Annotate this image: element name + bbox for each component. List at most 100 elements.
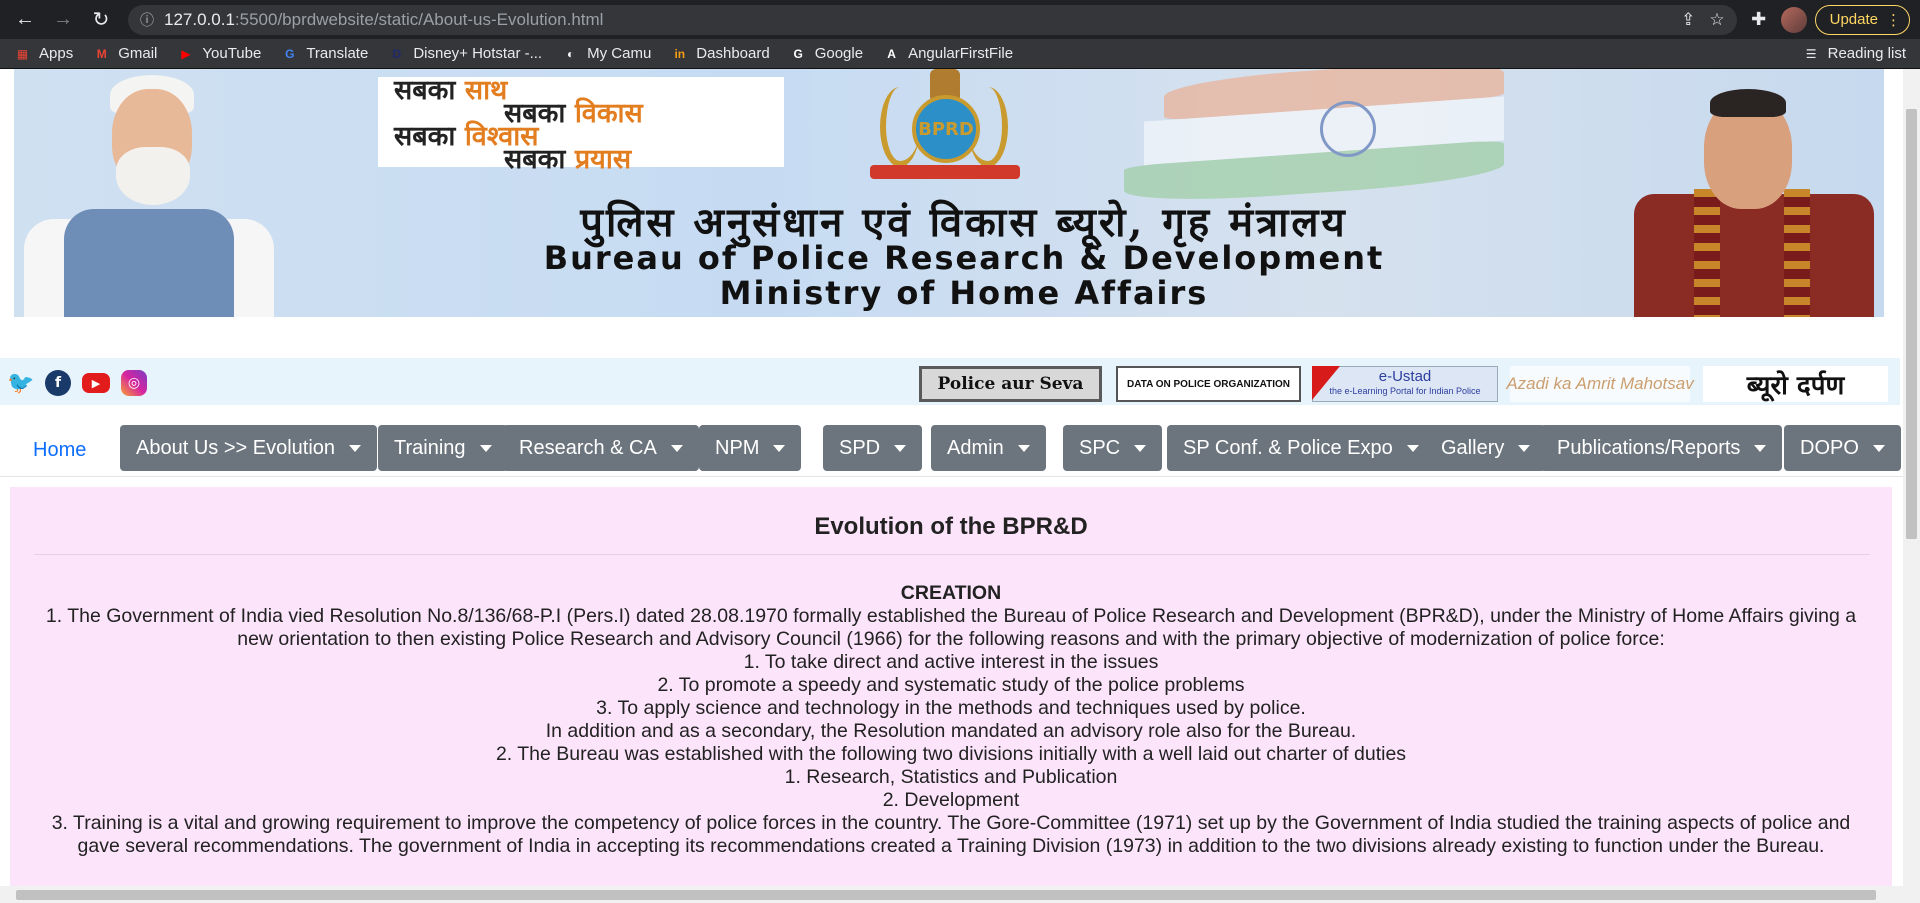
azadi-ka-amrit-mahotsav-logo[interactable]: Azadi ka Amrit Mahotsav [1506, 366, 1694, 402]
nav-spd-dropdown[interactable]: SPD [823, 425, 923, 471]
police-aur-seva-logo[interactable]: Police aur Seva [919, 366, 1102, 402]
facebook-icon[interactable]: f [45, 370, 71, 396]
instagram-icon[interactable]: ◎ [121, 370, 147, 396]
english-title: Bureau of Police Research & Development … [394, 241, 1534, 311]
scrollbar-thumb[interactable] [1906, 109, 1917, 539]
nav-publications-dropdown[interactable]: Publications/Reports [1541, 425, 1783, 471]
nav-about-us-dropdown[interactable]: About Us >> Evolution [120, 425, 378, 471]
logo4-text: Azadi ka Amrit Mahotsav [1506, 374, 1694, 393]
gmail-icon: M [96, 46, 107, 61]
caret-down-icon [1134, 444, 1147, 452]
logo1-text: Police aur Seva [937, 374, 1084, 394]
youtube-icon[interactable]: ▶ [82, 373, 110, 393]
bookmark-item[interactable]: ▶ YouTube [177, 45, 261, 62]
profile-avatar[interactable] [1780, 6, 1807, 33]
bookmark-item[interactable]: G Translate [281, 45, 368, 62]
nav-research-ca-dropdown[interactable]: Research & CA [503, 425, 699, 471]
nav-home-link[interactable]: Home [33, 439, 86, 462]
data-on-police-organization-logo[interactable]: DATA ON POLICE ORGANIZATION [1116, 366, 1301, 402]
caret-down-icon [1518, 444, 1531, 452]
bookmark-item[interactable]: ▦ Apps [14, 45, 73, 62]
bookmark-item[interactable]: D Disney+ Hotstar -... [388, 45, 542, 62]
bookmark-label: Apps [39, 45, 74, 62]
address-bar[interactable]: ⓘ 127.0.0.1:5500/bprdwebsite/static/Abou… [128, 4, 1737, 35]
dashboard-icon: in [674, 46, 686, 61]
nav-label: Research & CA [519, 436, 657, 459]
reload-icon[interactable]: ↻ [86, 5, 116, 35]
bookmark-label: AngularFirstFile [908, 45, 1014, 62]
english-title-line1: Bureau of Police Research & Development [543, 239, 1385, 277]
list-item: 3. To apply science and technology in th… [596, 697, 1306, 719]
nav-spc-dropdown[interactable]: SPC [1063, 425, 1163, 471]
caret-down-icon [894, 444, 907, 452]
info-icon[interactable]: ⓘ [140, 10, 154, 30]
slogan-line3-a: सबका [394, 121, 465, 152]
twitter-icon[interactable]: 🐦 [7, 370, 34, 396]
reading-list-label: Reading list [1827, 45, 1906, 62]
url-text[interactable]: 127.0.0.1:5500/bprdwebsite/static/About-… [164, 10, 1671, 30]
main-navbar: Home About Us >> Evolution Training Rese… [0, 425, 1903, 475]
title-divider [34, 554, 1870, 555]
hotstar-icon: D [392, 46, 402, 61]
extensions-puzzle-icon[interactable]: ✚ [1745, 9, 1773, 30]
section-heading-creation: CREATION [900, 582, 1002, 604]
ashoka-chakra-icon [1320, 101, 1376, 157]
forward-arrow-icon[interactable]: → [48, 5, 78, 35]
bureau-darpan-logo[interactable]: ब्यूरो दर्पण [1703, 366, 1888, 402]
reading-list-button[interactable]: ☰ Reading list [1803, 45, 1906, 62]
caret-down-icon [479, 444, 492, 452]
slogan-box: सबका साथ सबका विकास सबका विश्वास सबका प्… [378, 77, 784, 173]
vertical-scrollbar[interactable] [1903, 69, 1920, 886]
nav-dopo-dropdown[interactable]: DOPO [1784, 425, 1901, 471]
nav-label: NPM [715, 436, 760, 459]
bookmark-item[interactable]: ◐ My Camu [562, 45, 651, 62]
scrollbar-thumb[interactable] [16, 890, 1876, 900]
bookmark-item[interactable]: A AngularFirstFile [883, 45, 1013, 62]
browser-toolbar: ← → ↻ ⓘ 127.0.0.1:5500/bprdwebsite/stati… [0, 0, 1920, 39]
evolution-body-text: CREATION 1. The Government of India vied… [30, 582, 1872, 858]
caret-down-icon [1406, 444, 1419, 452]
nav-npm-dropdown[interactable]: NPM [699, 425, 802, 471]
list-item: 1. Research, Statistics and Publication [784, 766, 1118, 788]
bookmark-label: Disney+ Hotstar -... [413, 45, 543, 62]
bookmark-item[interactable]: G Google [790, 45, 864, 62]
emblem-text: BPRD [912, 95, 980, 163]
url-path: :5500/bprdwebsite/static/About-us-Evolut… [234, 9, 604, 29]
english-title-line2: Ministry of Home Affairs [719, 274, 1209, 312]
nav-gallery-dropdown[interactable]: Gallery [1425, 425, 1547, 471]
page-title: Evolution of the BPR&D [814, 513, 1088, 540]
bookmark-star-icon[interactable]: ☆ [1709, 10, 1724, 30]
share-icon[interactable]: ⇪ [1681, 10, 1695, 30]
nav-label: Admin [947, 436, 1004, 459]
nav-admin-dropdown[interactable]: Admin [931, 425, 1046, 471]
nav-label: SPD [839, 436, 881, 459]
slogan-line4-a: सबका [504, 144, 575, 175]
page-viewport: सबका साथ सबका विकास सबका विश्वास सबका प्… [0, 69, 1920, 903]
bookmark-item[interactable]: in Dashboard [671, 45, 769, 62]
bookmark-label: YouTube [202, 45, 262, 62]
slogan-line4-b: प्रयास [574, 144, 632, 175]
nav-label: Training [394, 436, 466, 459]
translate-icon: G [285, 46, 295, 61]
bookmark-item[interactable]: M Gmail [93, 45, 158, 62]
caret-down-icon [773, 444, 786, 452]
nav-label: DOPO [1800, 436, 1859, 459]
bookmark-label: Google [814, 45, 864, 62]
header-banner: सबका साथ सबका विकास सबका विश्वास सबका प्… [14, 69, 1884, 317]
e-ustad-logo[interactable]: e-Ustad the e-Learning Portal for Indian… [1312, 366, 1498, 402]
bookmark-label: Dashboard [696, 45, 770, 62]
logo3-subtitle: the e-Learning Portal for Indian Police [1329, 386, 1481, 396]
slogan-line2-b: विकास [574, 98, 643, 129]
nav-label: Publications/Reports [1557, 436, 1741, 459]
nav-training-dropdown[interactable]: Training [378, 425, 508, 471]
kebab-menu-icon[interactable]: ⋮ [1886, 11, 1901, 29]
nav-sp-conf-dropdown[interactable]: SP Conf. & Police Expo [1167, 425, 1435, 471]
logo2-text: DATA ON POLICE ORGANIZATION [1127, 378, 1290, 390]
bookmark-label: My Camu [587, 45, 652, 62]
horizontal-scrollbar[interactable] [0, 886, 1920, 903]
update-label: Update [1829, 11, 1878, 28]
list-item: 1. To take direct and active interest in… [743, 651, 1159, 673]
back-arrow-icon[interactable]: ← [10, 5, 40, 35]
update-button[interactable]: Update ⋮ [1814, 4, 1910, 35]
social-links: 🐦 f ▶ ◎ [7, 370, 147, 396]
